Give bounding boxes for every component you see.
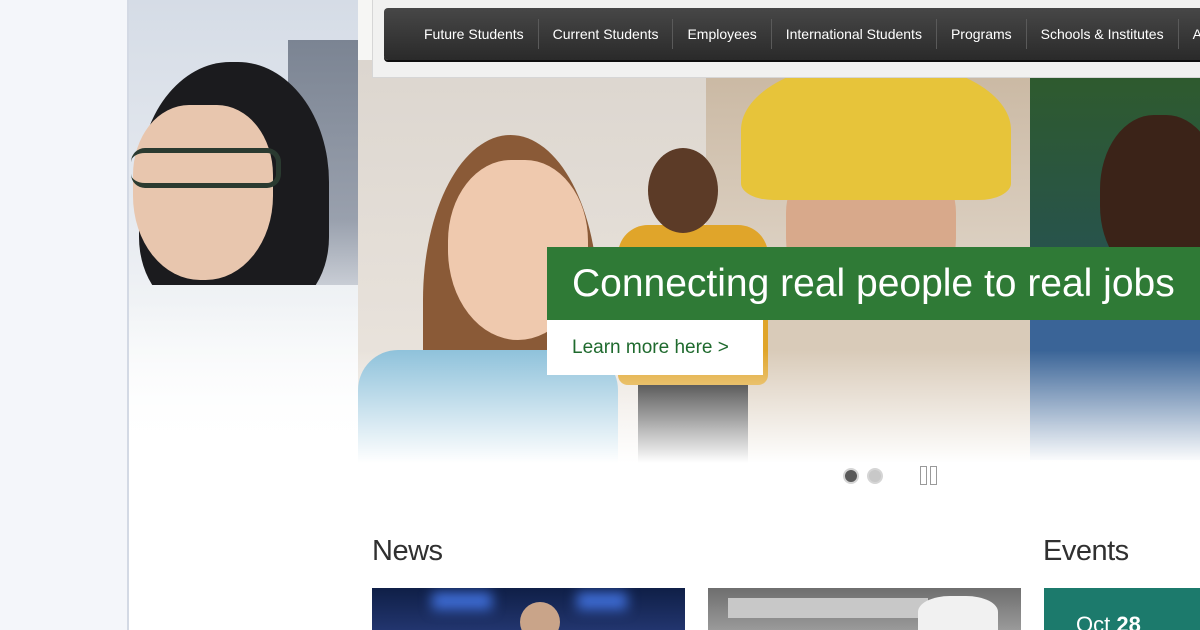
- side-portrait-image: [129, 0, 358, 450]
- event-date: Oct 28: [1076, 612, 1141, 630]
- news-heading: News: [372, 535, 443, 567]
- page-content: Future Students Current Students Employe…: [129, 0, 1200, 630]
- event-day: 28: [1116, 612, 1141, 630]
- hero-headline: Connecting real people to real jobs: [547, 247, 1200, 320]
- nav-item-schools-institutes[interactable]: Schools & Institutes: [1027, 19, 1179, 49]
- nav-item-programs[interactable]: Programs: [937, 19, 1027, 49]
- event-card[interactable]: Oct 28: [1044, 588, 1200, 630]
- nav-item-truncated[interactable]: A: [1179, 19, 1200, 49]
- main-navigation: Future Students Current Students Employe…: [384, 8, 1200, 60]
- slide-dot-2-icon[interactable]: [867, 468, 883, 484]
- nav-item-employees[interactable]: Employees: [673, 19, 772, 49]
- slide-dot-1-icon[interactable]: [843, 468, 859, 484]
- nav-item-future-students[interactable]: Future Students: [411, 19, 539, 49]
- news-card-image[interactable]: [708, 588, 1021, 630]
- events-heading: Events: [1043, 535, 1129, 567]
- left-gutter: [0, 0, 128, 630]
- news-card-image[interactable]: [372, 588, 685, 630]
- pause-icon[interactable]: [920, 466, 938, 485]
- nav-item-current-students[interactable]: Current Students: [539, 19, 674, 49]
- nav-item-international-students[interactable]: International Students: [772, 19, 937, 49]
- event-month: Oct: [1076, 612, 1111, 630]
- learn-more-button[interactable]: Learn more here >: [547, 320, 763, 375]
